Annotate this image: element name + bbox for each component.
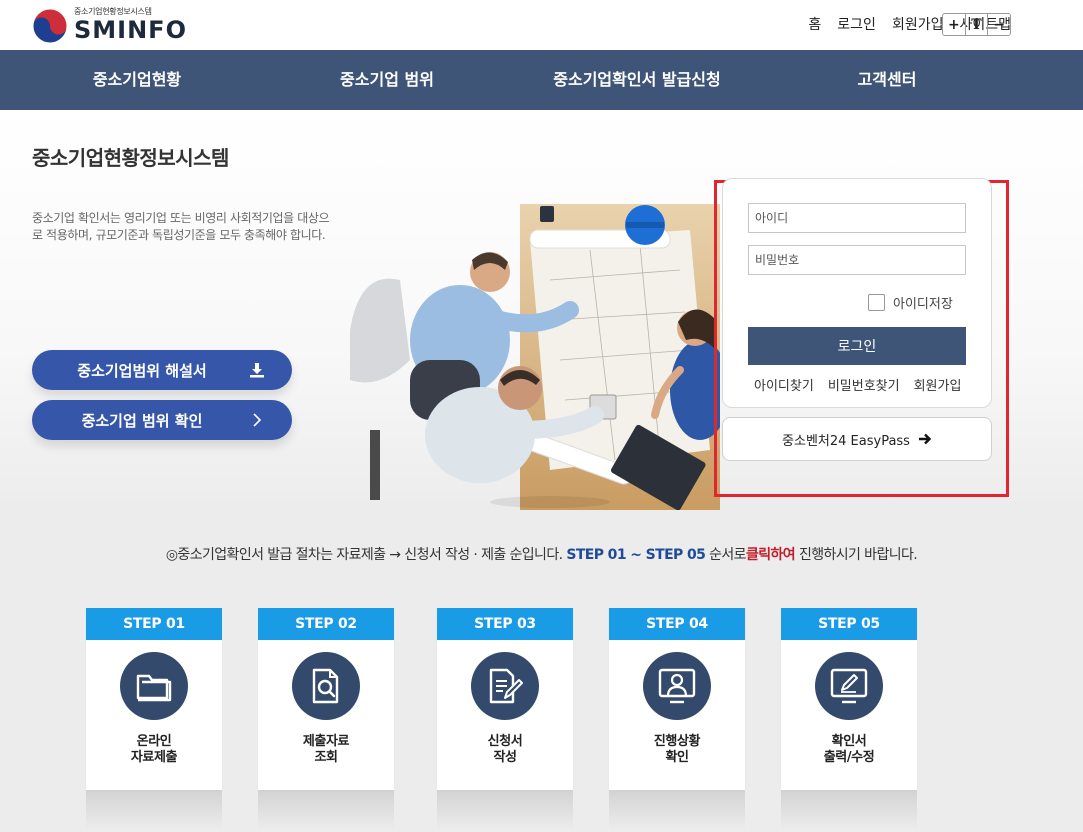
step-header: STEP 02 <box>258 608 394 640</box>
password-input[interactable] <box>748 245 966 275</box>
easypass-login-button[interactable]: 중소벤처24 EasyPass <box>722 417 992 461</box>
nav-item-scope[interactable]: 중소기업 범위 <box>340 50 434 110</box>
taegeuk-emblem-icon <box>32 8 68 44</box>
notice-text-1: ◎중소기업확인서 발급 절차는 자료제출 → 신청서 작성 · 제출 순입니다. <box>165 547 563 563</box>
step-label: 제출자료 조회 <box>258 734 394 766</box>
util-link-login[interactable]: 로그인 <box>837 14 876 34</box>
step-label-line2: 자료제출 <box>130 750 178 765</box>
document-search-icon <box>312 668 339 704</box>
step-label-line1: 온라인 <box>136 734 172 749</box>
monitor-user-icon <box>658 668 696 704</box>
step-header: STEP 05 <box>781 608 917 640</box>
step-label-line1: 확인서 <box>831 734 867 749</box>
folder-icon <box>136 674 172 702</box>
signup-link[interactable]: 회원가입 <box>914 375 962 394</box>
step-icon-circle <box>815 652 883 720</box>
remember-id-toggle[interactable]: 아이디저장 <box>868 293 953 312</box>
step-reflection <box>609 790 745 830</box>
step-card-05[interactable]: STEP 05 확인서 출력/수정 <box>781 608 917 790</box>
main-nav: 중소기업현황 중소기업 범위 중소기업확인서 발급신청 고객센터 <box>0 50 1083 110</box>
step-label: 온라인 자료제출 <box>86 734 222 766</box>
business-meeting-illustration <box>350 204 720 510</box>
step-label-line2: 작성 <box>493 750 517 765</box>
step-card-02[interactable]: STEP 02 제출자료 조회 <box>258 608 394 790</box>
scope-guide-label: 중소기업범위 해설서 <box>77 361 207 380</box>
find-password-link[interactable]: 비밀번호찾기 <box>828 375 900 394</box>
step-icon-circle <box>643 652 711 720</box>
step-header: STEP 03 <box>437 608 573 640</box>
nav-item-certificate[interactable]: 중소기업확인서 발급신청 <box>553 50 721 110</box>
step-card-03[interactable]: STEP 03 신청서 작성 <box>437 608 573 790</box>
document-edit-icon <box>489 668 523 704</box>
logo-title: SMINFO <box>74 16 187 44</box>
top-header: 중소기업현황정보시스템 SMINFO 홈 로그인 회원가입 사이트맵 + T − <box>0 0 1083 50</box>
nav-item-status[interactable]: 중소기업현황 <box>93 50 181 110</box>
step-label-line2: 출력/수정 <box>823 750 875 765</box>
step-label: 확인서 출력/수정 <box>781 734 917 766</box>
step-label-line1: 진행상황 <box>653 734 701 749</box>
step-reflection <box>781 790 917 830</box>
step-icon-circle <box>292 652 360 720</box>
step-label-line2: 확인 <box>665 750 689 765</box>
step-label-line1: 제출자료 <box>302 734 350 749</box>
monitor-pen-icon <box>830 668 868 704</box>
step-header: STEP 01 <box>86 608 222 640</box>
remember-id-label: 아이디저장 <box>893 297 953 312</box>
step-icon-circle <box>471 652 539 720</box>
hero-description: 중소기업 확인서는 영리기업 또는 비영리 사회적기업을 대상으로 적용하며, … <box>32 211 330 242</box>
step-label-line1: 신청서 <box>487 734 523 749</box>
download-icon <box>250 363 264 378</box>
font-decrease-button[interactable]: − <box>988 14 1010 35</box>
step-reflection <box>258 790 394 830</box>
step-card-01[interactable]: STEP 01 온라인 자료제출 <box>86 608 222 790</box>
find-id-link[interactable]: 아이디찾기 <box>754 375 814 394</box>
step-icon-circle <box>120 652 188 720</box>
scope-check-label: 중소기업 범위 확인 <box>81 411 203 430</box>
notice-text-2: 순서로 <box>709 547 746 563</box>
user-id-input[interactable] <box>748 203 966 233</box>
easypass-label: 중소벤처24 EasyPass <box>782 433 910 449</box>
notice-step-range: STEP 01 ~ STEP 05 <box>566 547 706 563</box>
util-link-signup[interactable]: 회원가입 <box>892 14 944 34</box>
step-label: 신청서 작성 <box>437 734 573 766</box>
step-reflection <box>437 790 573 830</box>
step-reflection <box>86 790 222 830</box>
font-reset-button[interactable]: T <box>966 14 989 35</box>
login-help-links: 아이디찾기 비밀번호찾기 회원가입 <box>754 375 961 394</box>
site-logo[interactable]: 중소기업현황정보시스템 SMINFO <box>32 4 186 46</box>
scope-check-button[interactable]: 중소기업 범위 확인 <box>32 400 292 440</box>
login-button[interactable]: 로그인 <box>748 327 966 365</box>
remember-id-checkbox[interactable] <box>868 294 885 311</box>
step-label-line2: 조회 <box>314 750 338 765</box>
font-size-controls: + T − <box>942 13 1011 36</box>
steps-section: ◎중소기업확인서 발급 절차는 자료제출 → 신청서 작성 · 제출 순입니다.… <box>0 510 1083 832</box>
step-header: STEP 04 <box>609 608 745 640</box>
notice-emphasis: 클릭하여 <box>745 547 796 563</box>
page-title: 중소기업현황정보시스템 <box>32 146 229 170</box>
font-increase-button[interactable]: + <box>943 14 966 35</box>
util-link-home[interactable]: 홈 <box>808 14 821 34</box>
notice-text-3: 진행하시기 바랍니다. <box>798 547 918 563</box>
procedure-notice: ◎중소기업확인서 발급 절차는 자료제출 → 신청서 작성 · 제출 순입니다.… <box>0 544 1083 564</box>
arrow-right-icon <box>918 433 932 445</box>
chevron-right-icon <box>253 413 262 427</box>
scope-guide-button[interactable]: 중소기업범위 해설서 <box>32 350 292 390</box>
nav-item-support[interactable]: 고객센터 <box>858 50 917 110</box>
login-panel: 아이디저장 로그인 아이디찾기 비밀번호찾기 회원가입 <box>722 178 992 408</box>
hero-section: 중소기업현황정보시스템 중소기업 확인서는 영리기업 또는 비영리 사회적기업을… <box>0 110 1083 510</box>
step-card-04[interactable]: STEP 04 진행상황 확인 <box>609 608 745 790</box>
step-label: 진행상황 확인 <box>609 734 745 766</box>
